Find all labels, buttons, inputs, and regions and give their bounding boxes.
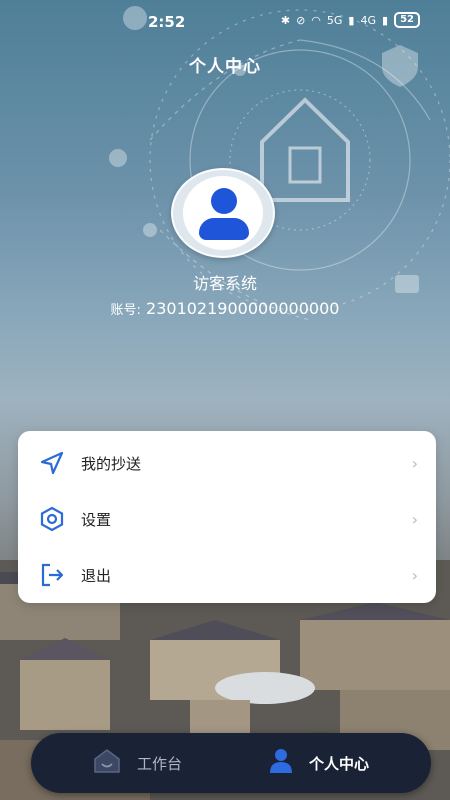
workbench-icon: [93, 748, 121, 778]
avatar[interactable]: [171, 168, 275, 258]
tab-label: 个人中心: [309, 754, 370, 773]
settings-hex-icon: [38, 505, 66, 533]
status-bar: 2:52 ✱ ⊘ ◠ 5G ▮ 4G ▮ 52: [0, 0, 450, 46]
chevron-right-icon: ›: [411, 509, 418, 529]
menu-item-my-cc[interactable]: 我的抄送 ›: [18, 435, 436, 491]
tab-personal-center[interactable]: 个人中心: [267, 733, 369, 793]
user-avatar-icon-head: [211, 188, 237, 214]
user-avatar-icon-body: [199, 218, 249, 240]
chevron-right-icon: ›: [411, 565, 418, 585]
user-name: 访客系统: [192, 274, 257, 293]
avatar-circle: [183, 176, 263, 250]
signal-label-5g: 5G: [326, 13, 343, 27]
menu-item-logout[interactable]: 退出 ›: [18, 547, 436, 603]
page-title: 个人中心: [189, 57, 261, 77]
signal-label-4g: 4G: [360, 13, 377, 27]
house-watermark-icon: [260, 97, 350, 202]
status-time: 2:52: [148, 13, 186, 31]
send-icon: [38, 449, 66, 477]
menu-item-label: 退出: [81, 566, 112, 585]
user-icon: [267, 747, 295, 779]
logout-icon: [38, 561, 66, 589]
signal-bars-icon-2: ▮: [382, 13, 389, 27]
mute-icon: ⊘: [296, 13, 306, 27]
account-line: 账号: 2301021900000000000: [0, 299, 450, 318]
bluetooth-icon: ✱: [280, 13, 291, 27]
wifi-icon: ◠: [311, 13, 321, 27]
account-label: 账号:: [110, 303, 141, 318]
menu-item-label: 我的抄送: [81, 454, 142, 473]
menu-card: 我的抄送 › 设置 › 退出 ›: [18, 431, 436, 603]
tab-workbench[interactable]: 工作台: [93, 733, 182, 793]
tab-label: 工作台: [137, 754, 183, 773]
battery-indicator: 52: [394, 12, 420, 28]
bottom-tab-bar: 工作台 个人中心: [31, 733, 431, 793]
signal-bars-icon: ▮: [348, 13, 355, 27]
menu-item-settings[interactable]: 设置 ›: [18, 491, 436, 547]
chevron-right-icon: ›: [411, 453, 418, 473]
menu-item-label: 设置: [81, 510, 112, 529]
account-number: 2301021900000000000: [146, 299, 340, 318]
status-icons: ✱ ⊘ ◠ 5G ▮ 4G ▮ 52: [281, 12, 420, 28]
